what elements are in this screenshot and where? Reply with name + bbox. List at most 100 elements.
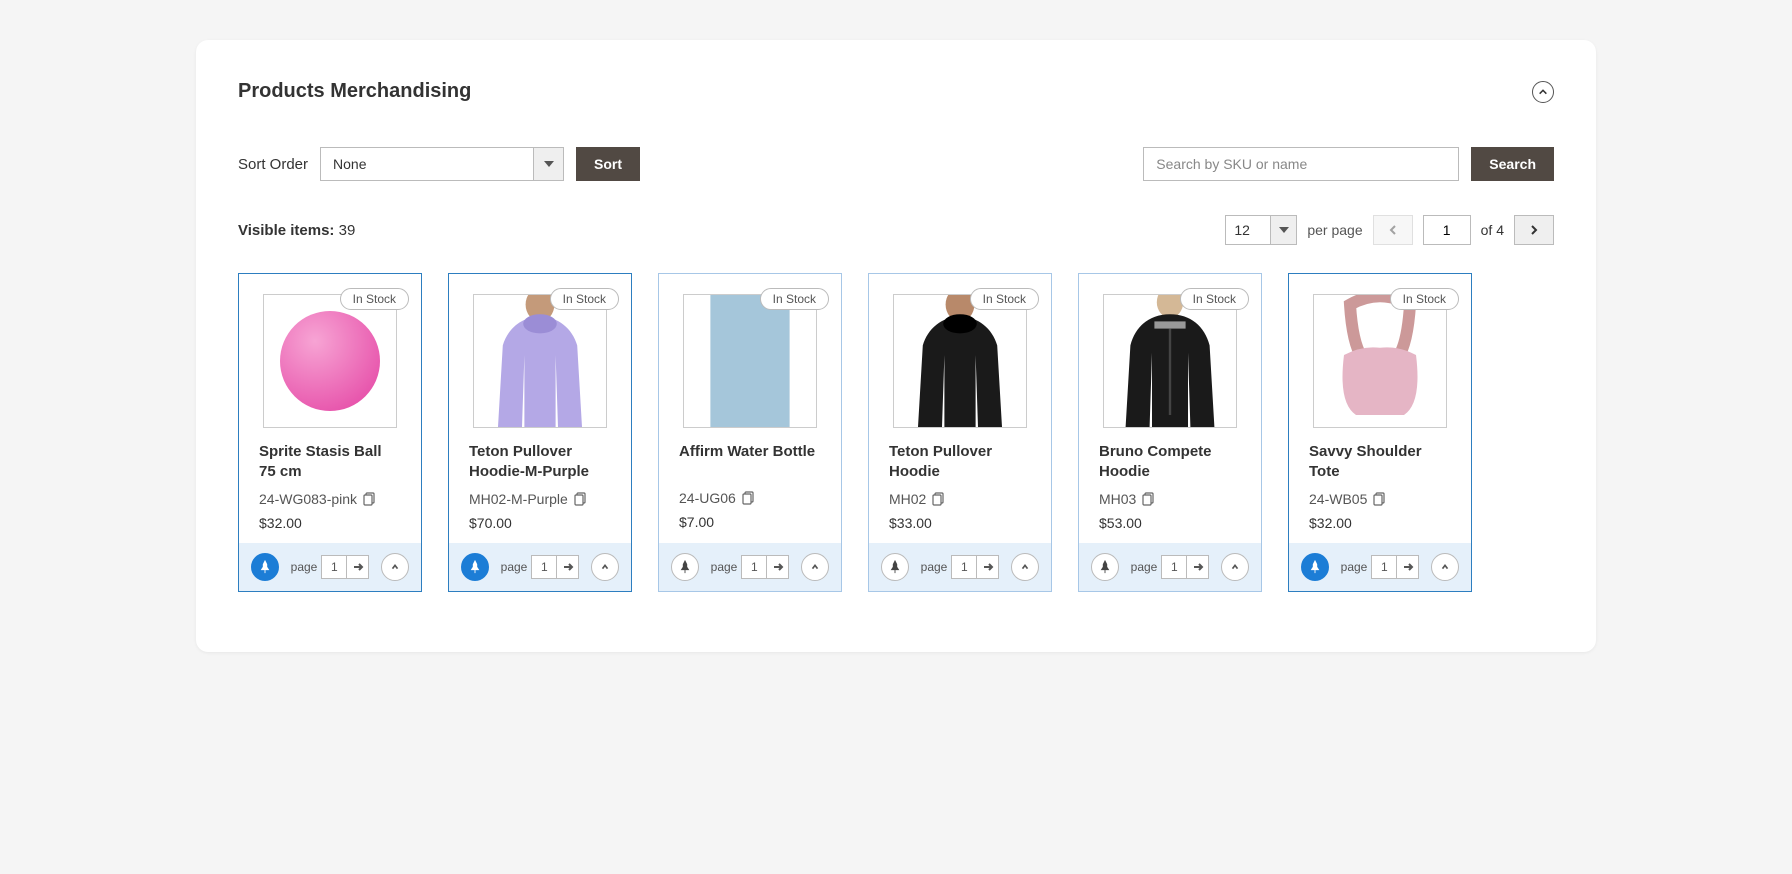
stock-badge: In Stock xyxy=(550,288,619,310)
card-page-go-button[interactable] xyxy=(976,556,998,578)
card-page-control: page 1 xyxy=(291,555,370,579)
sort-button[interactable]: Sort xyxy=(576,147,640,181)
per-page-select[interactable]: 12 xyxy=(1225,215,1297,245)
per-page-dropdown-button[interactable] xyxy=(1270,216,1296,244)
product-price: $32.00 xyxy=(259,515,401,531)
product-sku: MH03 xyxy=(1099,491,1136,507)
pin-button[interactable] xyxy=(251,553,279,581)
card-page-label: page xyxy=(711,560,738,574)
copy-sku-button[interactable] xyxy=(1373,492,1387,506)
search-button[interactable]: Search xyxy=(1471,147,1554,181)
product-sku: 24-WG083-pink xyxy=(259,491,357,507)
pin-button[interactable] xyxy=(881,553,909,581)
card-page-value[interactable]: 1 xyxy=(952,560,976,574)
collapse-toggle[interactable] xyxy=(1532,81,1554,103)
search-input[interactable] xyxy=(1143,147,1459,181)
card-page-label: page xyxy=(501,560,528,574)
move-up-button[interactable] xyxy=(1011,553,1039,581)
product-grid: In Stock Sprite Stasis Ball 75 cm 24-WG0… xyxy=(238,273,1554,592)
card-page-go-button[interactable] xyxy=(1396,556,1418,578)
card-page-label: page xyxy=(1131,560,1158,574)
product-card[interactable]: In Stock Teton Pullover Hoodie-M-Purple … xyxy=(448,273,632,592)
card-page-control: page 1 xyxy=(921,555,1000,579)
card-page-value[interactable]: 1 xyxy=(322,560,346,574)
pin-button[interactable] xyxy=(671,553,699,581)
card-page-value[interactable]: 1 xyxy=(532,560,556,574)
product-name: Bruno Compete Hoodie xyxy=(1099,442,1241,483)
card-page-label: page xyxy=(921,560,948,574)
sort-order-dropdown-button[interactable] xyxy=(533,148,563,180)
move-up-button[interactable] xyxy=(591,553,619,581)
card-page-value[interactable]: 1 xyxy=(1162,560,1186,574)
caret-down-icon xyxy=(544,161,554,167)
sort-order-value: None xyxy=(321,148,533,180)
visible-items-status: Visible items: 39 xyxy=(238,222,355,239)
card-page-go-button[interactable] xyxy=(556,556,578,578)
product-card[interactable]: In Stock Sprite Stasis Ball 75 cm 24-WG0… xyxy=(238,273,422,592)
copy-sku-button[interactable] xyxy=(932,492,946,506)
product-card[interactable]: In Stock Bruno Compete Hoodie MH03 $53.0… xyxy=(1078,273,1262,592)
card-page-value[interactable]: 1 xyxy=(1372,560,1396,574)
product-image xyxy=(1103,294,1237,428)
card-page-label: page xyxy=(1341,560,1368,574)
product-card[interactable]: In Stock Savvy Shoulder Tote 24-WB05 $32… xyxy=(1288,273,1472,592)
stock-badge: In Stock xyxy=(1180,288,1249,310)
product-price: $53.00 xyxy=(1099,515,1241,531)
copy-sku-button[interactable] xyxy=(1142,492,1156,506)
card-page-go-button[interactable] xyxy=(1186,556,1208,578)
product-sku: MH02 xyxy=(889,491,926,507)
sort-order-select[interactable]: None xyxy=(320,147,564,181)
move-up-button[interactable] xyxy=(801,553,829,581)
product-sku: MH02-M-Purple xyxy=(469,491,568,507)
card-page-control: page 1 xyxy=(711,555,790,579)
product-name: Savvy Shoulder Tote xyxy=(1309,442,1451,483)
chevron-up-icon xyxy=(1538,87,1548,97)
copy-sku-button[interactable] xyxy=(363,492,377,506)
stock-badge: In Stock xyxy=(1390,288,1459,310)
product-price: $32.00 xyxy=(1309,515,1451,531)
product-image xyxy=(683,294,817,428)
card-page-control: page 1 xyxy=(1131,555,1210,579)
pin-button[interactable] xyxy=(1301,553,1329,581)
page-next-button[interactable] xyxy=(1514,215,1554,245)
stock-badge: In Stock xyxy=(340,288,409,310)
product-name: Teton Pullover Hoodie-M-Purple xyxy=(469,442,611,483)
pin-button[interactable] xyxy=(1091,553,1119,581)
product-name: Affirm Water Bottle xyxy=(679,442,821,482)
product-sku-row: 24-WB05 xyxy=(1309,491,1451,507)
page-of-text: of 4 xyxy=(1481,222,1504,238)
page-current-input[interactable] xyxy=(1423,215,1471,245)
product-card[interactable]: In Stock Affirm Water Bottle 24-UG06 $7.… xyxy=(658,273,842,592)
product-image xyxy=(1313,294,1447,428)
product-price: $70.00 xyxy=(469,515,611,531)
copy-sku-button[interactable] xyxy=(574,492,588,506)
product-image xyxy=(893,294,1027,428)
merchandising-panel: Products Merchandising Sort Order None S… xyxy=(196,40,1596,652)
stock-badge: In Stock xyxy=(760,288,829,310)
product-card[interactable]: In Stock Teton Pullover Hoodie MH02 $33.… xyxy=(868,273,1052,592)
copy-sku-button[interactable] xyxy=(742,491,756,505)
product-sku: 24-UG06 xyxy=(679,490,736,506)
product-sku-row: 24-UG06 xyxy=(679,490,821,506)
page-prev-button[interactable] xyxy=(1373,215,1413,245)
stock-badge: In Stock xyxy=(970,288,1039,310)
card-page-go-button[interactable] xyxy=(346,556,368,578)
chevron-right-icon xyxy=(1528,224,1540,236)
product-sku: 24-WB05 xyxy=(1309,491,1367,507)
product-sku-row: MH03 xyxy=(1099,491,1241,507)
card-page-control: page 1 xyxy=(501,555,580,579)
move-up-button[interactable] xyxy=(381,553,409,581)
card-page-go-button[interactable] xyxy=(766,556,788,578)
card-page-control: page 1 xyxy=(1341,555,1420,579)
move-up-button[interactable] xyxy=(1221,553,1249,581)
move-up-button[interactable] xyxy=(1431,553,1459,581)
product-image xyxy=(473,294,607,428)
product-name: Sprite Stasis Ball 75 cm xyxy=(259,442,401,483)
sort-order-label: Sort Order xyxy=(238,156,308,173)
pin-button[interactable] xyxy=(461,553,489,581)
card-page-value[interactable]: 1 xyxy=(742,560,766,574)
product-price: $33.00 xyxy=(889,515,1031,531)
per-page-label: per page xyxy=(1307,222,1362,238)
product-price: $7.00 xyxy=(679,514,821,530)
caret-down-icon xyxy=(1279,227,1289,233)
